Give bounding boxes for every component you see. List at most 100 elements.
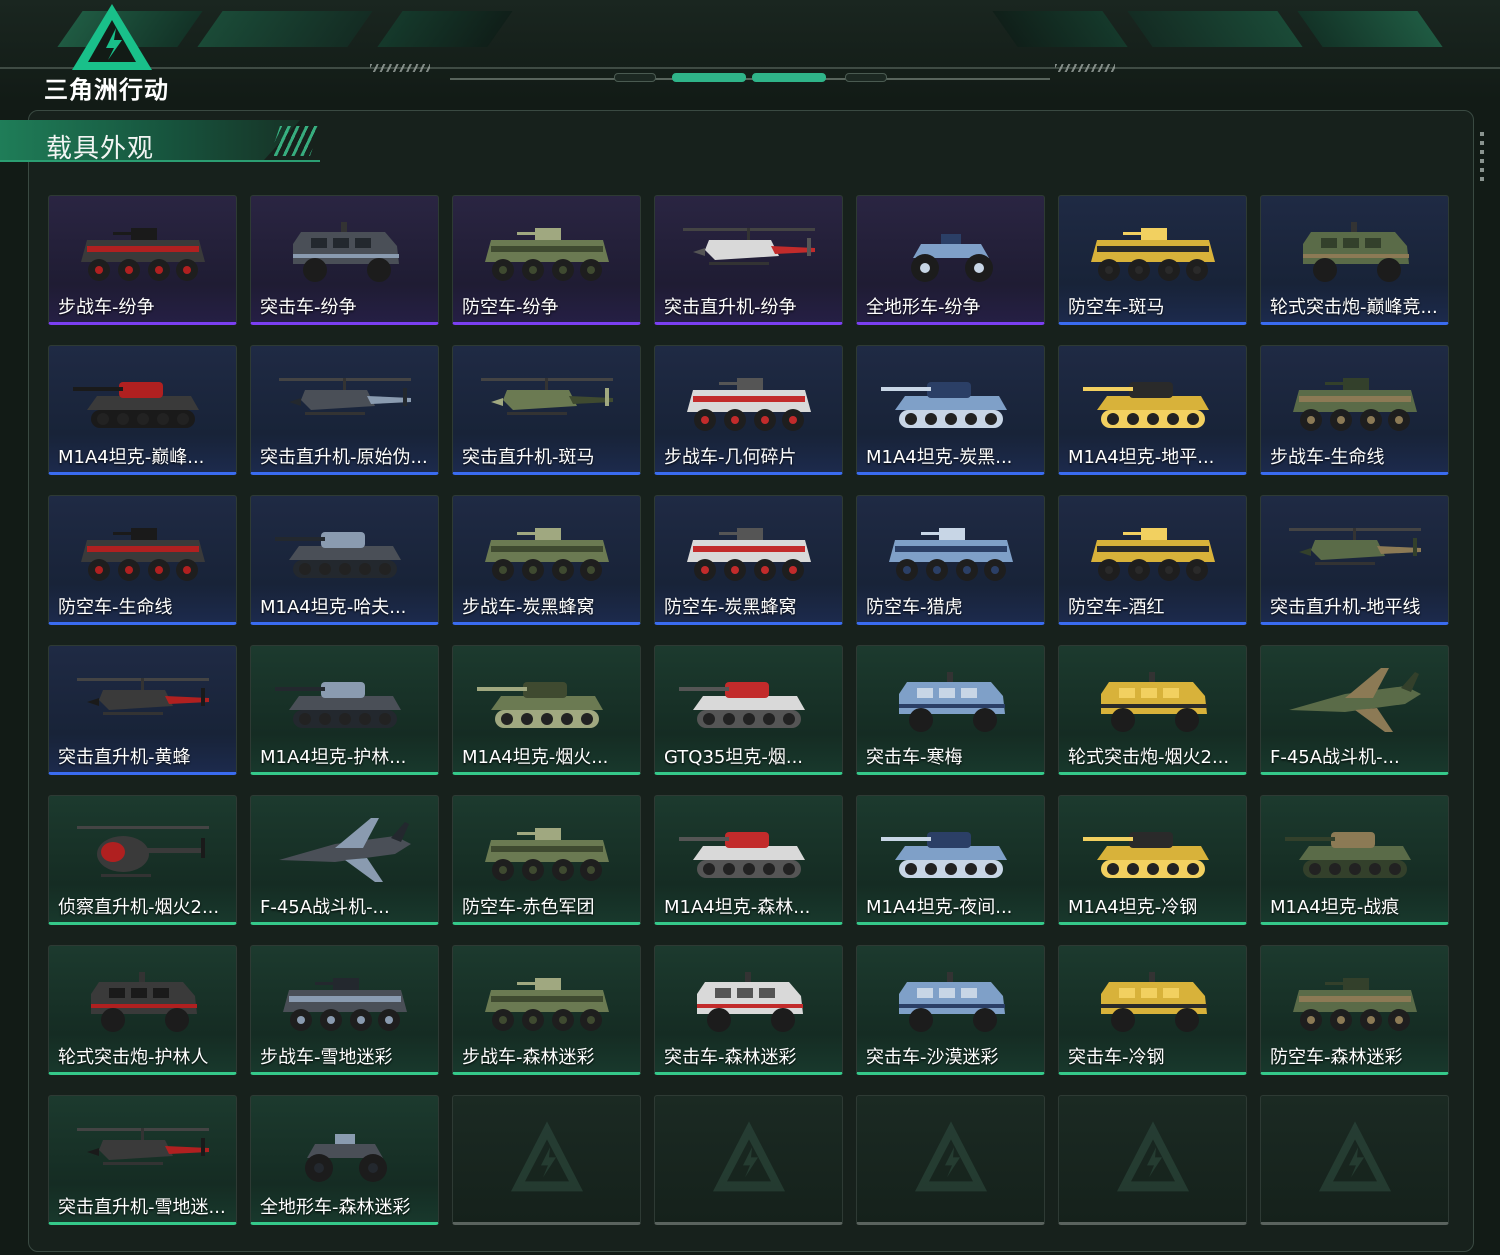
- vehicle-skin-card[interactable]: 全地形车-森林迷彩: [250, 1095, 439, 1225]
- vehicle-skin-card[interactable]: 防空车-生命线: [48, 495, 237, 625]
- helicopter-icon: [73, 1110, 213, 1190]
- vehicle-skin-label: M1A4坦克-护林...: [260, 747, 407, 768]
- vehicle-skin-card[interactable]: 突击直升机-斑马: [452, 345, 641, 475]
- fighter-jet-icon: [275, 810, 415, 890]
- empty-slot: [1260, 1095, 1449, 1225]
- vehicle-skin-label: 防空车-森林迷彩: [1270, 1047, 1403, 1068]
- tank-icon: [679, 810, 819, 890]
- vehicle-skin-label: GTQ35坦克-烟...: [664, 747, 804, 768]
- empty-slot: [856, 1095, 1045, 1225]
- vehicle-skin-card[interactable]: 突击车-森林迷彩: [654, 945, 843, 1075]
- assault-vehicle-icon: [275, 210, 415, 290]
- tank-icon: [1083, 810, 1223, 890]
- vehicle-skin-card[interactable]: 突击车-纷争: [250, 195, 439, 325]
- vehicle-skin-label: M1A4坦克-哈夫...: [260, 597, 407, 618]
- wheeled-assault-gun-icon: [73, 960, 213, 1040]
- banner-hatch: [1055, 64, 1115, 72]
- game-logo-icon: [72, 4, 152, 70]
- empty-slot: [1058, 1095, 1247, 1225]
- vehicle-skin-card[interactable]: 步战车-纷争: [48, 195, 237, 325]
- vehicle-skin-label: 步战车-炭黑蜂窝: [462, 597, 595, 618]
- tank-icon: [275, 510, 415, 590]
- vehicle-skin-label: M1A4坦克-炭黑...: [866, 447, 1013, 468]
- vehicle-skin-label: M1A4坦克-烟火...: [462, 747, 609, 768]
- vehicle-skin-label: M1A4坦克-森林...: [664, 897, 811, 918]
- section-title: 载具外观: [46, 134, 155, 164]
- helicopter-icon: [1285, 510, 1425, 590]
- vehicle-skin-card[interactable]: M1A4坦克-巅峰...: [48, 345, 237, 475]
- aa-vehicle-icon: [1083, 210, 1223, 290]
- ifv-icon: [679, 360, 819, 440]
- atv-icon: [275, 1110, 415, 1190]
- helicopter-icon: [679, 210, 819, 290]
- vehicle-skin-card[interactable]: 突击直升机-黄蜂: [48, 645, 237, 775]
- wheeled-assault-gun-icon: [1083, 660, 1223, 740]
- helicopter-icon: [73, 660, 213, 740]
- page-indicator-active: [752, 73, 826, 82]
- vehicle-skin-card[interactable]: 突击车-沙漠迷彩: [856, 945, 1045, 1075]
- vehicle-skin-card[interactable]: 步战车-雪地迷彩: [250, 945, 439, 1075]
- vehicle-skin-label: 防空车-生命线: [58, 597, 173, 618]
- ifv-icon: [73, 210, 213, 290]
- fighter-jet-icon: [1285, 660, 1425, 740]
- vehicle-skin-card[interactable]: 防空车-酒红: [1058, 495, 1247, 625]
- vehicle-skin-card[interactable]: 轮式突击炮-护林人: [48, 945, 237, 1075]
- vehicle-skin-card[interactable]: M1A4坦克-森林...: [654, 795, 843, 925]
- vehicle-skin-label: 防空车-酒红: [1068, 597, 1165, 618]
- vehicle-skin-card[interactable]: 步战车-生命线: [1260, 345, 1449, 475]
- vehicle-skin-card[interactable]: 防空车-猎虎: [856, 495, 1045, 625]
- vehicle-skin-card[interactable]: F-45A战斗机-...: [250, 795, 439, 925]
- section-header: 载具外观: [0, 120, 330, 164]
- vehicle-skin-card[interactable]: 防空车-炭黑蜂窝: [654, 495, 843, 625]
- tank-icon: [881, 360, 1021, 440]
- vehicle-skin-label: 突击直升机-斑马: [462, 447, 595, 468]
- vehicle-skin-label: 步战车-纷争: [58, 297, 155, 318]
- vehicle-skin-label: 突击车-沙漠迷彩: [866, 1047, 999, 1068]
- vehicle-skin-card[interactable]: 突击车-寒梅: [856, 645, 1045, 775]
- vehicle-skin-card[interactable]: M1A4坦克-护林...: [250, 645, 439, 775]
- vehicle-skin-card[interactable]: 突击直升机-雪地迷...: [48, 1095, 237, 1225]
- top-banner: 三角洲行动: [0, 0, 1500, 104]
- vehicle-skin-card[interactable]: 轮式突击炮-巅峰竞...: [1260, 195, 1449, 325]
- vehicle-skin-card[interactable]: 侦察直升机-烟火2...: [48, 795, 237, 925]
- helicopter-icon: [275, 360, 415, 440]
- vehicle-skin-card[interactable]: F-45A战斗机-...: [1260, 645, 1449, 775]
- vehicle-skin-card[interactable]: 防空车-森林迷彩: [1260, 945, 1449, 1075]
- vehicle-skin-label: 突击直升机-原始伪...: [260, 447, 428, 468]
- vehicle-skin-card[interactable]: 轮式突击炮-烟火2...: [1058, 645, 1247, 775]
- tank-icon: [881, 810, 1021, 890]
- vehicle-skin-label: 突击车-寒梅: [866, 747, 963, 768]
- vehicle-skin-card[interactable]: M1A4坦克-夜间...: [856, 795, 1045, 925]
- vehicle-skin-label: 防空车-炭黑蜂窝: [664, 597, 797, 618]
- vehicle-skin-card[interactable]: 突击直升机-纷争: [654, 195, 843, 325]
- vehicle-skin-label: 步战车-几何碎片: [664, 447, 797, 468]
- vehicle-skin-card[interactable]: M1A4坦克-哈夫...: [250, 495, 439, 625]
- tank-icon: [275, 660, 415, 740]
- vehicle-skin-card[interactable]: 防空车-斑马: [1058, 195, 1247, 325]
- vehicle-skin-card[interactable]: 突击直升机-地平线: [1260, 495, 1449, 625]
- vehicle-skin-card[interactable]: 步战车-炭黑蜂窝: [452, 495, 641, 625]
- vehicle-skin-card[interactable]: 防空车-纷争: [452, 195, 641, 325]
- tank-icon: [1285, 810, 1425, 890]
- vehicle-skin-card[interactable]: 防空车-赤色军团: [452, 795, 641, 925]
- banner-stripe: [377, 11, 513, 47]
- aa-vehicle-icon: [1285, 960, 1425, 1040]
- side-decoration: [1480, 132, 1484, 182]
- banner-stripe: [1127, 11, 1303, 47]
- vehicle-skin-card[interactable]: M1A4坦克-冷钢: [1058, 795, 1247, 925]
- vehicle-skin-card[interactable]: GTQ35坦克-烟...: [654, 645, 843, 775]
- vehicle-skin-card[interactable]: M1A4坦克-炭黑...: [856, 345, 1045, 475]
- empty-slot-icon: [507, 1117, 587, 1197]
- vehicle-skin-card[interactable]: M1A4坦克-烟火...: [452, 645, 641, 775]
- tank-icon: [679, 660, 819, 740]
- vehicle-skin-card[interactable]: 突击车-冷钢: [1058, 945, 1247, 1075]
- vehicle-skin-card[interactable]: 突击直升机-原始伪...: [250, 345, 439, 475]
- vehicle-skin-label: M1A4坦克-夜间...: [866, 897, 1013, 918]
- vehicle-skin-card[interactable]: 步战车-几何碎片: [654, 345, 843, 475]
- vehicle-skin-card[interactable]: 全地形车-纷争: [856, 195, 1045, 325]
- vehicle-skin-label: M1A4坦克-地平...: [1068, 447, 1215, 468]
- vehicle-skin-card[interactable]: M1A4坦克-战痕: [1260, 795, 1449, 925]
- vehicle-skin-label: 防空车-纷争: [462, 297, 559, 318]
- vehicle-skin-card[interactable]: M1A4坦克-地平...: [1058, 345, 1247, 475]
- vehicle-skin-card[interactable]: 步战车-森林迷彩: [452, 945, 641, 1075]
